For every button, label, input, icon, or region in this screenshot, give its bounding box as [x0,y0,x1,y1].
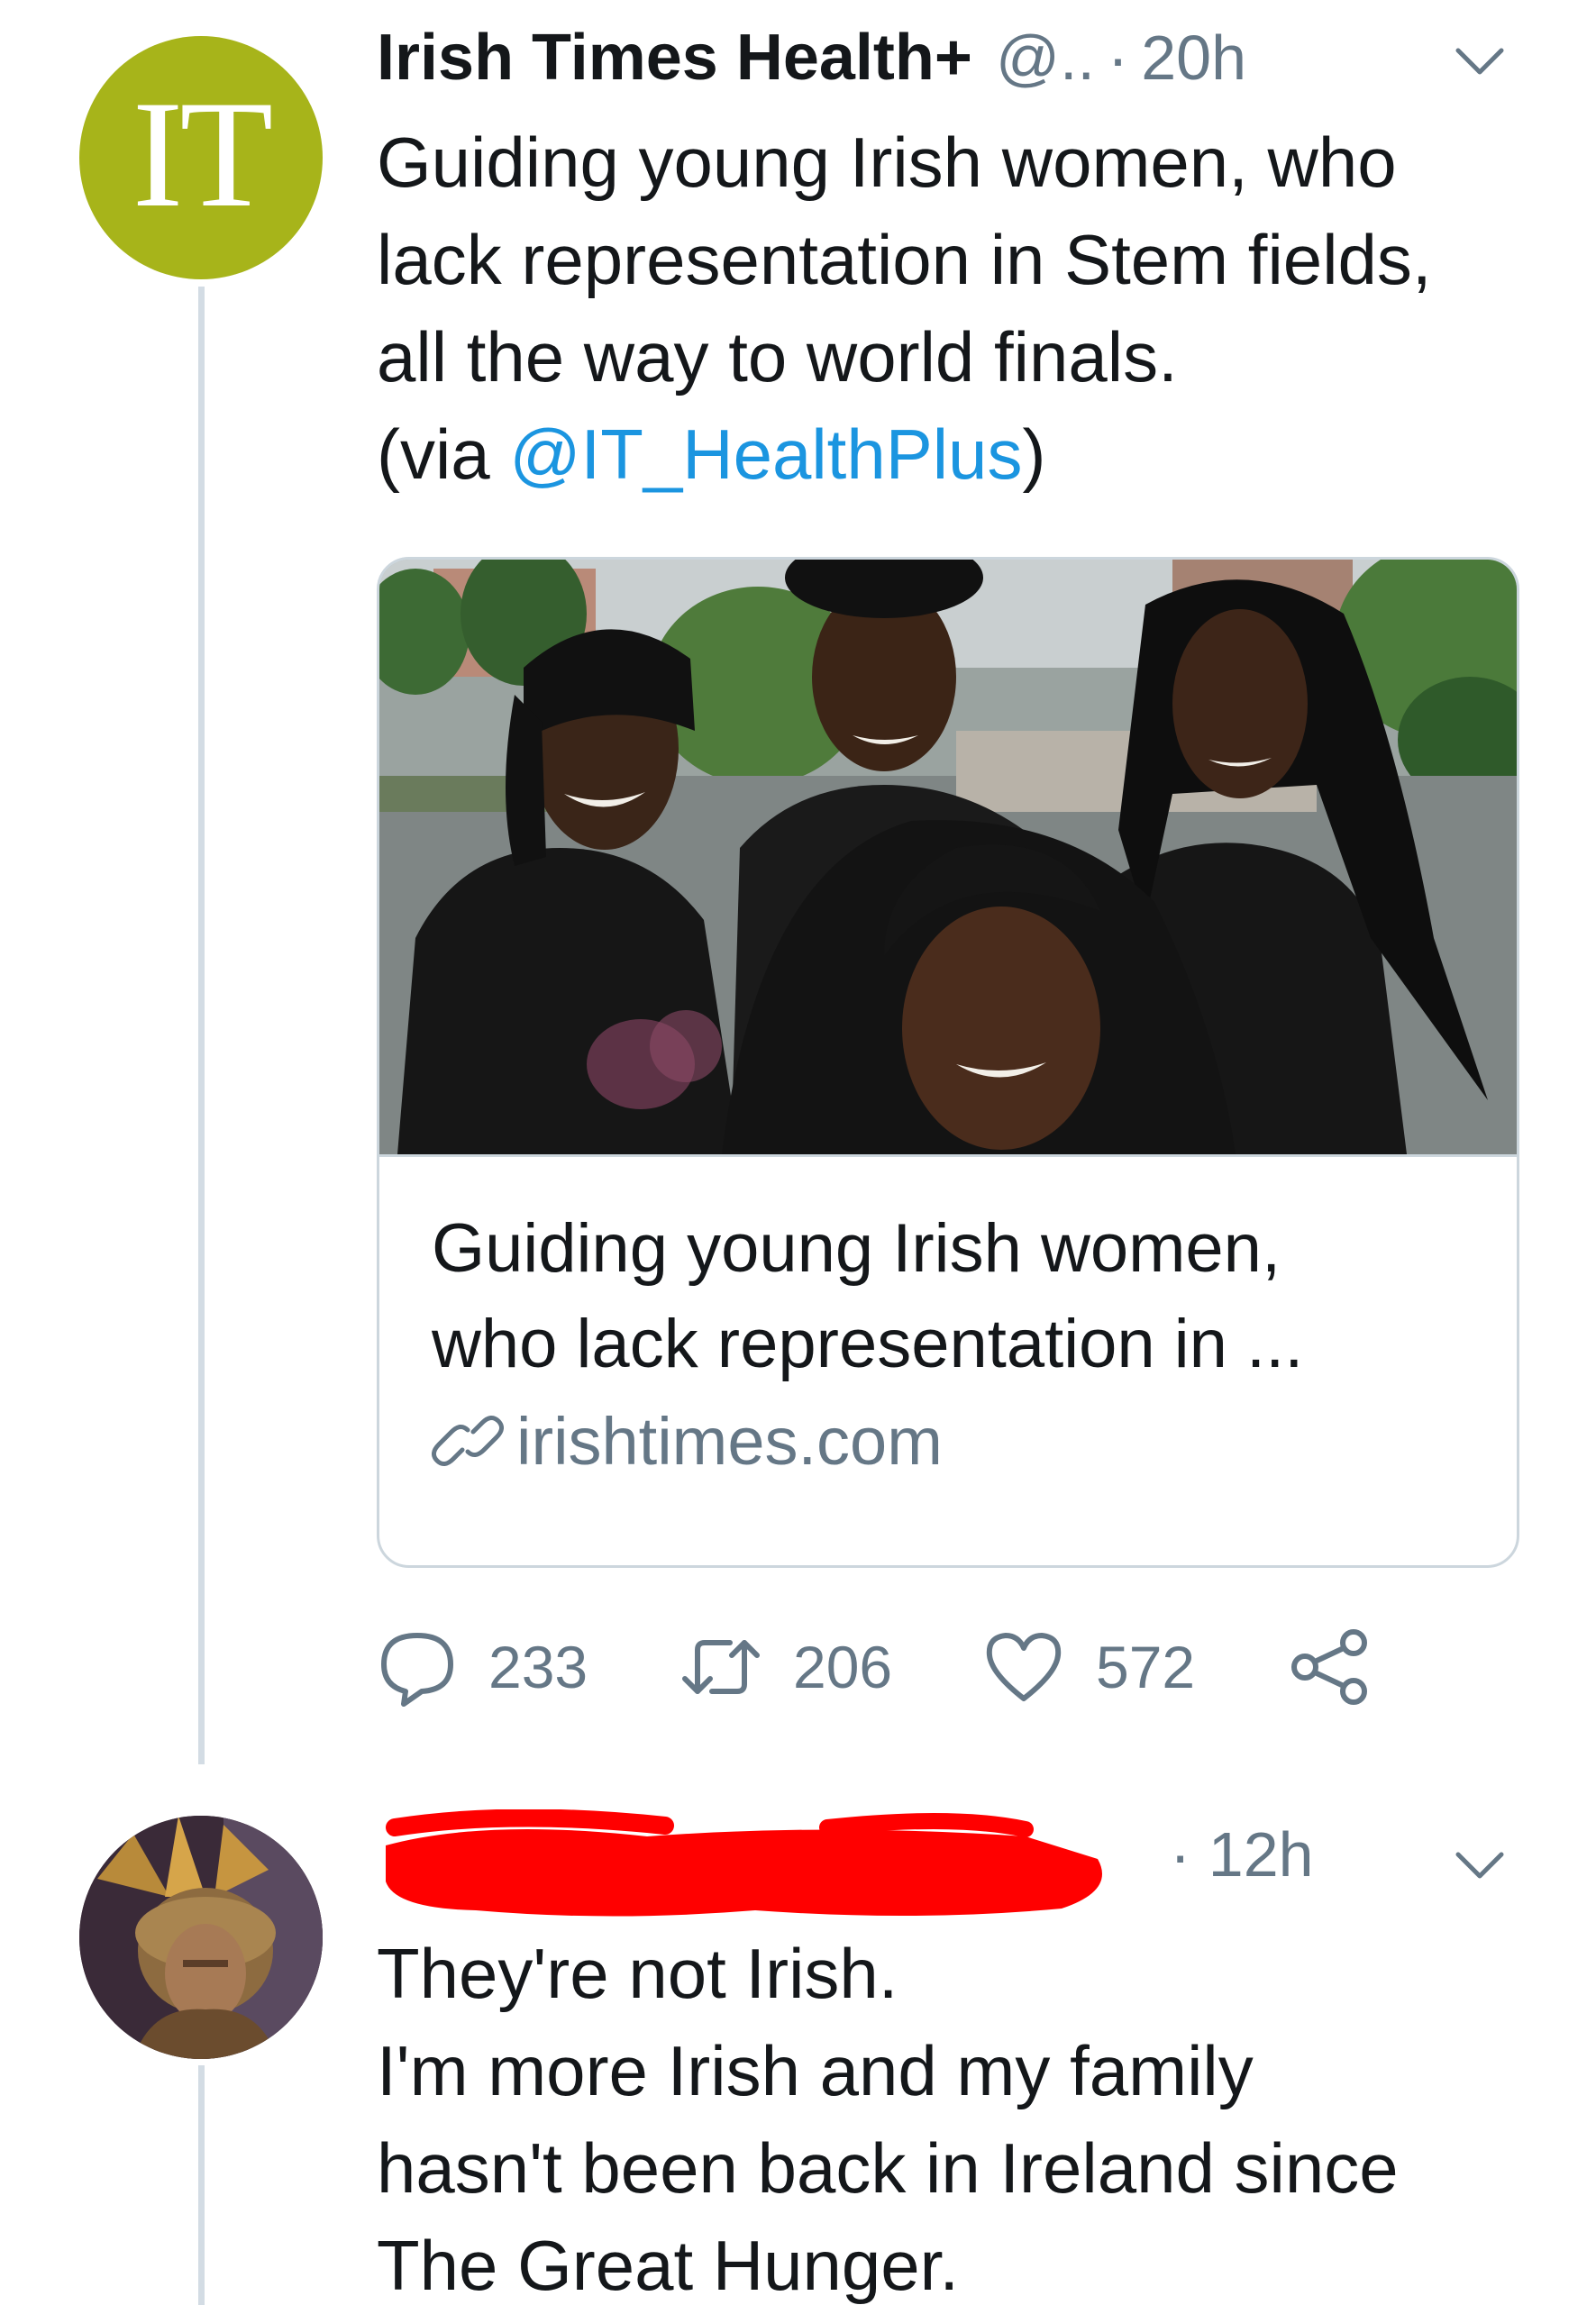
reply-icon [381,1633,453,1707]
tweet-text-line: all the way to world finals. [377,317,1178,396]
thread-line [198,2065,205,2305]
tweet-actions: 233 206 572 [377,1622,1402,1712]
reply-author-avatar[interactable] [79,1816,323,2059]
via-suffix: ) [1022,415,1046,494]
card-image [379,560,1517,1157]
mention-link[interactable]: @IT_HealthPlus [509,415,1022,494]
avatar-logo-text: IT [132,69,273,239]
like-count: 572 [1096,1634,1196,1700]
link-card[interactable]: Guiding young Irish women, who lack repr… [377,557,1519,1568]
reply-header: · 12h [377,1809,1539,1918]
redacted-name-scribble [386,1809,1102,1917]
tweet-header: Irish Times Health+ @.. · 20h [377,13,1246,103]
card-title-line: who lack representation in ... [432,1306,1304,1382]
heart-icon [986,1633,1062,1701]
author-name[interactable]: Irish Times Health+ [377,21,972,95]
reply-button[interactable]: 233 [377,1626,679,1708]
reply-text: They're not Irish. I'm more Irish and my… [377,1925,1539,2305]
chevron-down-icon[interactable] [1453,43,1507,79]
card-title[interactable]: Guiding young Irish women, who lack repr… [432,1201,1477,1392]
share-icon [1291,1629,1367,1705]
retweet-icon [682,1640,760,1694]
tweet-timestamp[interactable]: 20h [1141,22,1246,94]
chevron-down-icon[interactable] [1453,1847,1507,1883]
card-domain-link[interactable]: irishtimes.com [432,1396,943,1486]
author-avatar[interactable]: IT [79,36,323,279]
reply-text-line: hasn't been back in Ireland since [377,2128,1399,2208]
tweet-text: Guiding young Irish women, who lack repr… [377,114,1539,503]
tweet-text-line: Guiding young Irish women, who [377,123,1397,202]
reply-timestamp[interactable]: · 12h [1170,1818,1314,1890]
thread-line [198,287,205,1764]
via-line: (via @IT_HealthPlus) [377,405,1539,503]
separator-dot: · [1107,23,1129,93]
card-domain: irishtimes.com [516,1403,943,1479]
separator-dot: · [1170,1819,1208,1890]
author-handle[interactable]: @.. [996,22,1095,94]
via-prefix: (via [377,415,510,494]
like-button[interactable]: 572 [982,1626,1289,1708]
reply-text-line: I'm more Irish and my family [377,2031,1254,2110]
retweet-button[interactable]: 206 [679,1626,982,1708]
reply-time-value: 12h [1208,1819,1314,1890]
link-icon [432,1416,504,1466]
card-title-line: Guiding young Irish women, [432,1210,1281,1287]
reply-count: 233 [488,1634,588,1700]
roman-helmet-avatar-icon [79,1816,323,2059]
reply-text-line: They're not Irish. [377,1934,898,2013]
share-button[interactable] [1289,1626,1402,1708]
tweet-text-line: lack representation in Stem fields, [377,220,1432,299]
reply-text-line: The Great Hunger. [377,2226,960,2305]
retweet-count: 206 [793,1634,893,1700]
timeline: IT Irish Times Health+ @.. · 20h Guiding… [0,0,1596,2305]
